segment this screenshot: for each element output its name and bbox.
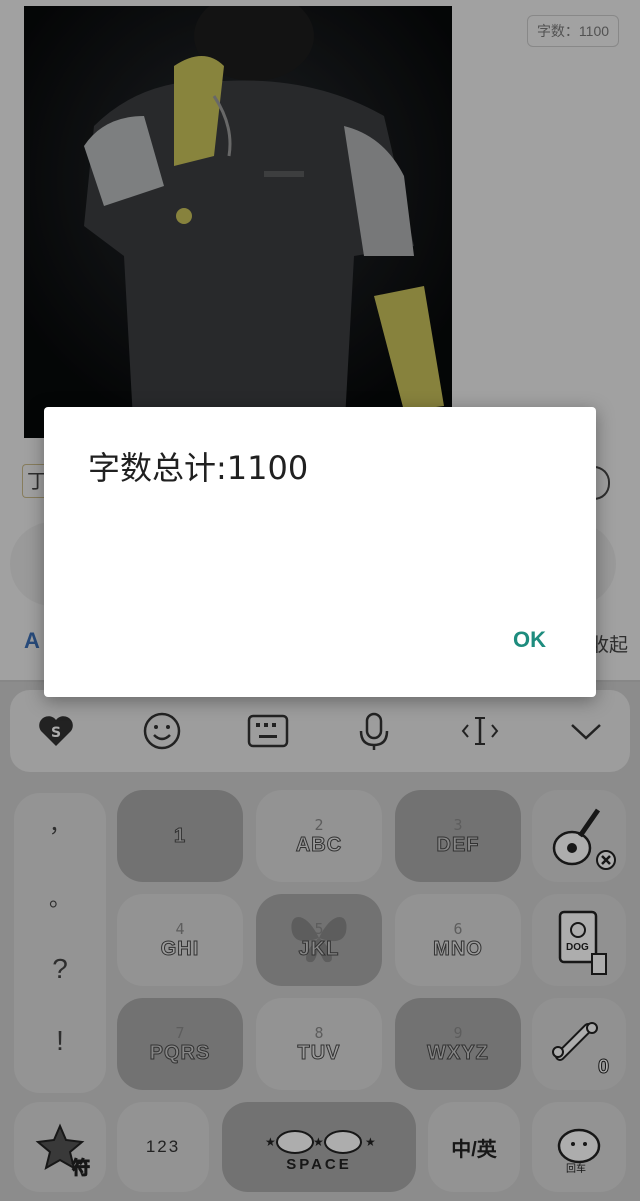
- word-count-dialog: 字数总计:1100 OK: [44, 407, 596, 697]
- ok-button[interactable]: OK: [513, 627, 546, 653]
- dialog-message: 字数总计:1100: [88, 449, 309, 487]
